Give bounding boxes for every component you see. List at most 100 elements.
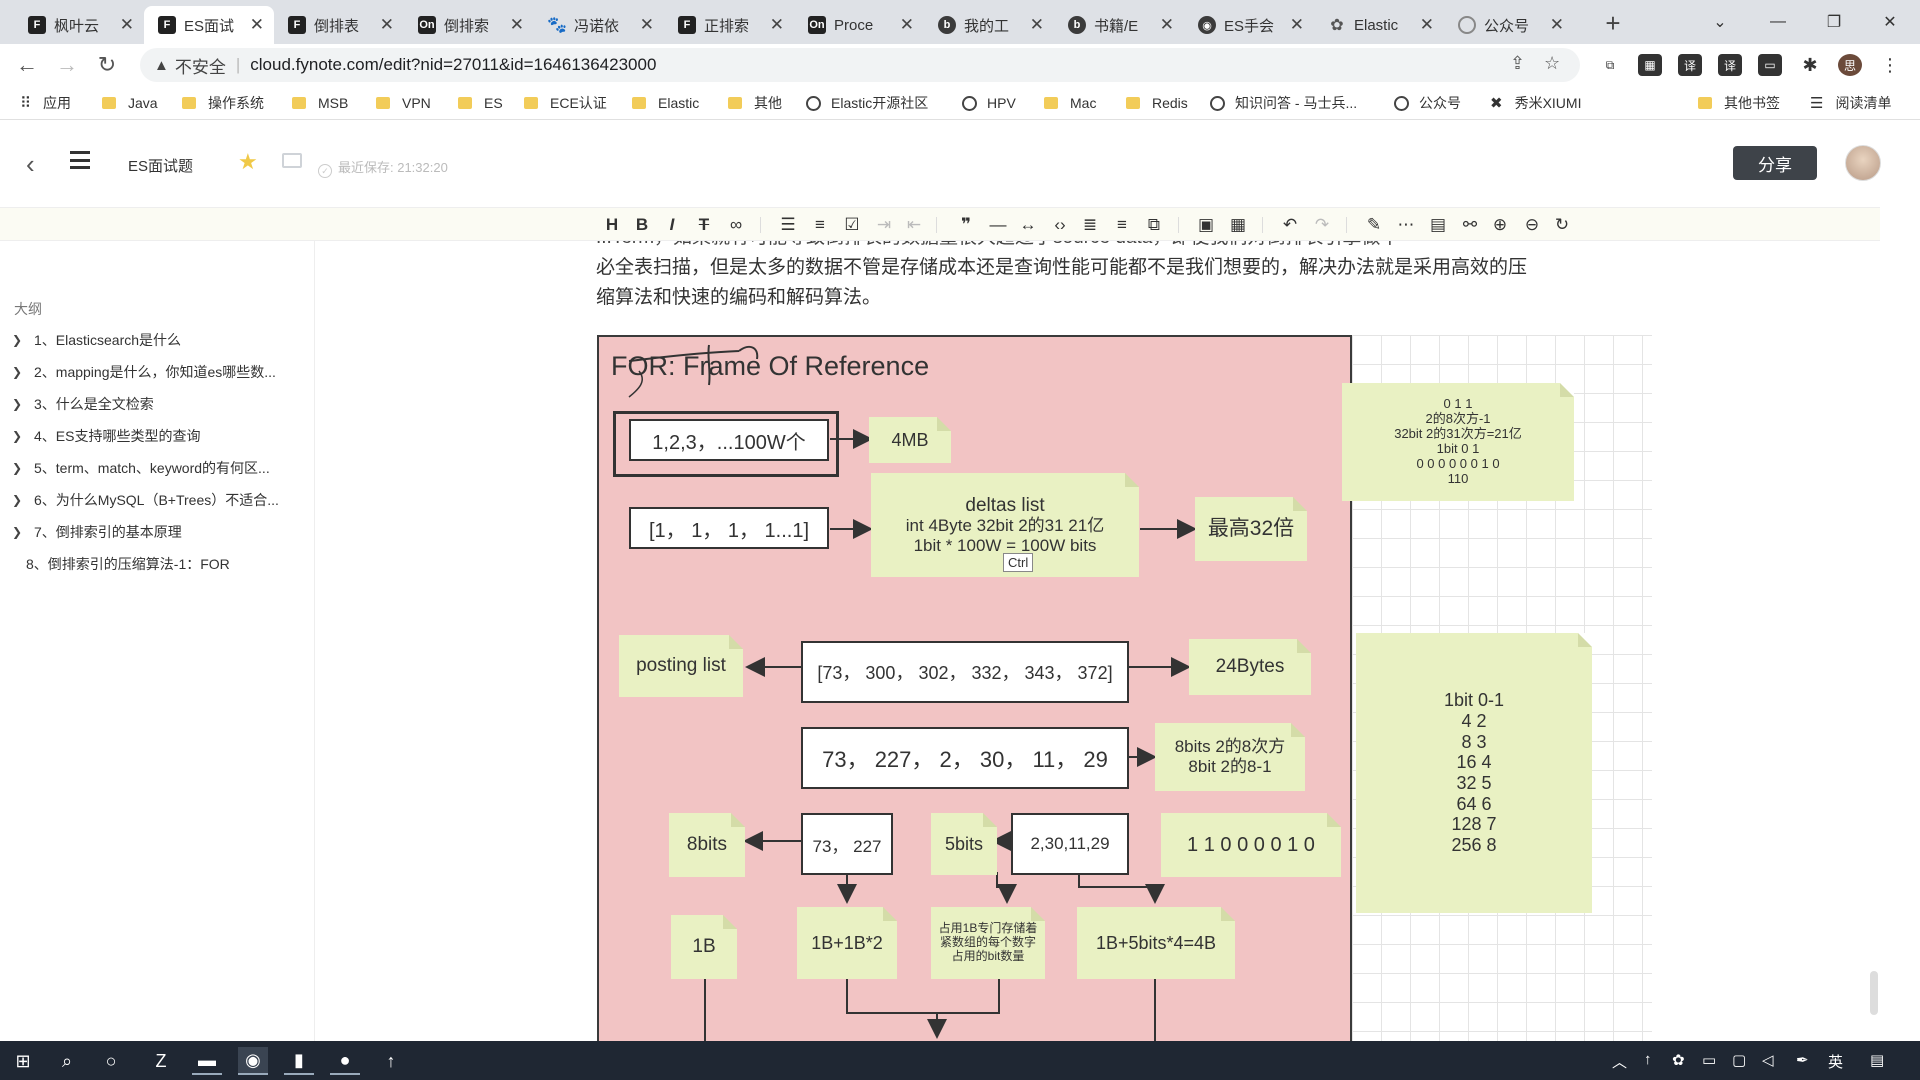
profile-avatar[interactable]: 思: [1838, 54, 1862, 76]
close-icon[interactable]: ✕: [1160, 15, 1174, 35]
link-icon[interactable]: ∞: [724, 213, 748, 237]
extension-icon[interactable]: ⧉: [1598, 54, 1622, 76]
browser-app-icon[interactable]: ●: [330, 1047, 360, 1075]
strikethrough-icon[interactable]: T: [692, 213, 716, 237]
posting-list-box[interactable]: [73， 300， 302， 332， 343， 372]: [801, 641, 1129, 703]
puzzle-icon[interactable]: ✱: [1798, 54, 1822, 76]
outline-item[interactable]: ❯ 3、什么是全文检索: [12, 393, 154, 415]
notification-icon[interactable]: ▤: [1870, 1051, 1884, 1069]
back-arrow-icon[interactable]: ←: [12, 50, 42, 80]
bookmark-folder[interactable]: Elastic: [632, 93, 699, 113]
bookmark-link[interactable]: ✖ 秀米XIUMI: [1490, 93, 1581, 113]
bookmark-folder[interactable]: Java: [102, 93, 158, 113]
bookmark-folder[interactable]: 操作系统: [182, 93, 264, 113]
table-icon[interactable]: ▦: [1226, 213, 1250, 237]
outline-item[interactable]: ❯ 5、term、match、keyword的有何区...: [12, 457, 270, 479]
file-explorer-icon[interactable]: ▬: [192, 1047, 222, 1075]
outline-item[interactable]: ❯ 6、为什么MySQL（B+Trees）不适合...: [12, 489, 279, 511]
extension-icon[interactable]: ▦: [1638, 54, 1662, 76]
menu-icon[interactable]: [70, 151, 90, 169]
search-icon[interactable]: ⌕: [52, 1047, 82, 1075]
checkbox-icon[interactable]: ☑: [840, 213, 864, 237]
close-icon[interactable]: ✕: [120, 15, 134, 35]
tab-5[interactable]: F 正排索 ✕: [664, 6, 794, 44]
close-icon[interactable]: ✕: [900, 15, 914, 35]
header-size-note[interactable]: 1B: [671, 915, 737, 979]
deltas-box[interactable]: 73， 227， 2， 30， 11， 29: [801, 727, 1129, 789]
embed-icon[interactable]: ⧉: [1142, 213, 1166, 237]
refresh-icon[interactable]: ↻: [1550, 213, 1574, 237]
more-icon[interactable]: ⋯: [1394, 213, 1418, 237]
close-icon[interactable]: ✕: [1290, 15, 1304, 35]
header-explain-note[interactable]: 占用1B专门存储着 紧数组的每个数字 占用的bit数量: [931, 907, 1045, 979]
bits-explain-note[interactable]: 0 1 1 2的8次方-1 32bit 2的31次方=21亿 1bit 0 1 …: [1342, 383, 1574, 501]
bookmark-folder[interactable]: 其他书签: [1698, 93, 1780, 113]
italic-icon[interactable]: I: [660, 213, 684, 237]
minimize-icon[interactable]: —: [1758, 4, 1798, 40]
mindmap-icon[interactable]: ⚯: [1458, 213, 1482, 237]
tab-0[interactable]: F 枫叶云 ✕: [14, 6, 144, 44]
chevron-right-icon[interactable]: ❯: [12, 365, 28, 379]
quote-icon[interactable]: ❞: [954, 213, 978, 237]
outline-item[interactable]: ❯ 4、ES支持哪些类型的查询: [12, 425, 200, 447]
maximize-icon[interactable]: ❐: [1814, 4, 1854, 40]
tray-upload-icon[interactable]: ↑: [1644, 1051, 1652, 1068]
tray-expand-icon[interactable]: ︿: [1612, 1051, 1627, 1072]
bookmark-folder[interactable]: VPN: [376, 93, 431, 113]
ratio-note[interactable]: 最高32倍: [1195, 497, 1307, 561]
bullet-list-icon[interactable]: ☰: [776, 213, 800, 237]
close-icon[interactable]: ✕: [250, 15, 264, 35]
chevron-right-icon[interactable]: ❯: [12, 493, 28, 507]
tab-11[interactable]: 公众号 ✕: [1444, 6, 1574, 44]
task-view-icon[interactable]: ○: [96, 1047, 126, 1075]
input-language[interactable]: 英: [1828, 1051, 1843, 1072]
tab-9[interactable]: ◉ ES手会 ✕: [1184, 6, 1314, 44]
favorite-star-icon[interactable]: ★: [238, 149, 258, 175]
share-page-icon[interactable]: ⇪: [1510, 53, 1525, 74]
redo-icon[interactable]: ↷: [1310, 213, 1334, 237]
chevron-right-icon[interactable]: ❯: [12, 397, 28, 411]
chrome-icon[interactable]: ◉: [238, 1047, 268, 1075]
notes-app-icon[interactable]: ▮: [284, 1047, 314, 1075]
document-title[interactable]: ES面试题: [128, 155, 193, 176]
8bits-note[interactable]: 8bits: [669, 813, 745, 877]
tab-8[interactable]: b 书籍/E ✕: [1054, 6, 1184, 44]
bookmark-folder[interactable]: ES: [458, 93, 503, 113]
bookmark-folder[interactable]: Mac: [1044, 93, 1096, 113]
tab-search-icon[interactable]: ⌄: [1700, 4, 1740, 40]
tab-3[interactable]: On 倒排索 ✕: [404, 6, 534, 44]
chevron-right-icon[interactable]: ❯: [12, 525, 28, 539]
outline-item[interactable]: 8、倒排索引的压缩算法-1：FOR: [26, 553, 230, 575]
horizontal-rule-icon[interactable]: —: [986, 213, 1010, 237]
image-icon[interactable]: ▣: [1194, 213, 1218, 237]
code-block-icon[interactable]: ‹›: [1048, 213, 1072, 237]
bookmark-link[interactable]: 公众号: [1394, 93, 1461, 113]
chevron-right-icon[interactable]: ❯: [12, 429, 28, 443]
bookmark-folder[interactable]: 其他: [728, 93, 782, 113]
bookmark-star-icon[interactable]: ☆: [1544, 53, 1560, 74]
app-icon[interactable]: Z: [146, 1047, 176, 1075]
text-format-icon[interactable]: ≡: [1110, 213, 1134, 237]
bit-table-note[interactable]: 1bit 0-1 4 2 8 3 16 4 32 5 64 6 128 7 25…: [1356, 633, 1592, 913]
close-icon[interactable]: ✕: [1030, 15, 1044, 35]
raw-values-box[interactable]: 1,2,3，...100W个: [629, 419, 829, 461]
tab-1[interactable]: F ES面试 ✕: [144, 6, 274, 44]
bookmark-folder[interactable]: MSB: [292, 93, 348, 113]
battery-icon[interactable]: ▭: [1702, 1051, 1716, 1069]
tab-2[interactable]: F 倒排表 ✕: [274, 6, 404, 44]
more-vertical-icon[interactable]: ⋮: [1878, 54, 1902, 76]
tab-6[interactable]: On Proce ✕: [794, 6, 924, 44]
share-button[interactable]: 分享: [1733, 146, 1817, 180]
outline-item[interactable]: ❯ 7、倒排索引的基本原理: [12, 521, 182, 543]
chevron-right-icon[interactable]: ❯: [12, 333, 28, 347]
bookmark-folder[interactable]: ECE认证: [524, 93, 607, 113]
close-icon[interactable]: ✕: [640, 15, 654, 35]
new-tab-button[interactable]: +: [1598, 8, 1628, 38]
reload-icon[interactable]: ↻: [92, 50, 122, 80]
close-icon[interactable]: ✕: [770, 15, 784, 35]
indent-icon[interactable]: ⇥: [872, 213, 896, 237]
move-folder-icon[interactable]: [282, 153, 302, 168]
url-text[interactable]: cloud.fynote.com/edit?nid=27011&id=16461…: [250, 55, 656, 75]
tab-4[interactable]: 🐾 冯诺依 ✕: [534, 6, 664, 44]
binary-note[interactable]: 1 1 0 0 0 0 1 0: [1161, 813, 1341, 877]
